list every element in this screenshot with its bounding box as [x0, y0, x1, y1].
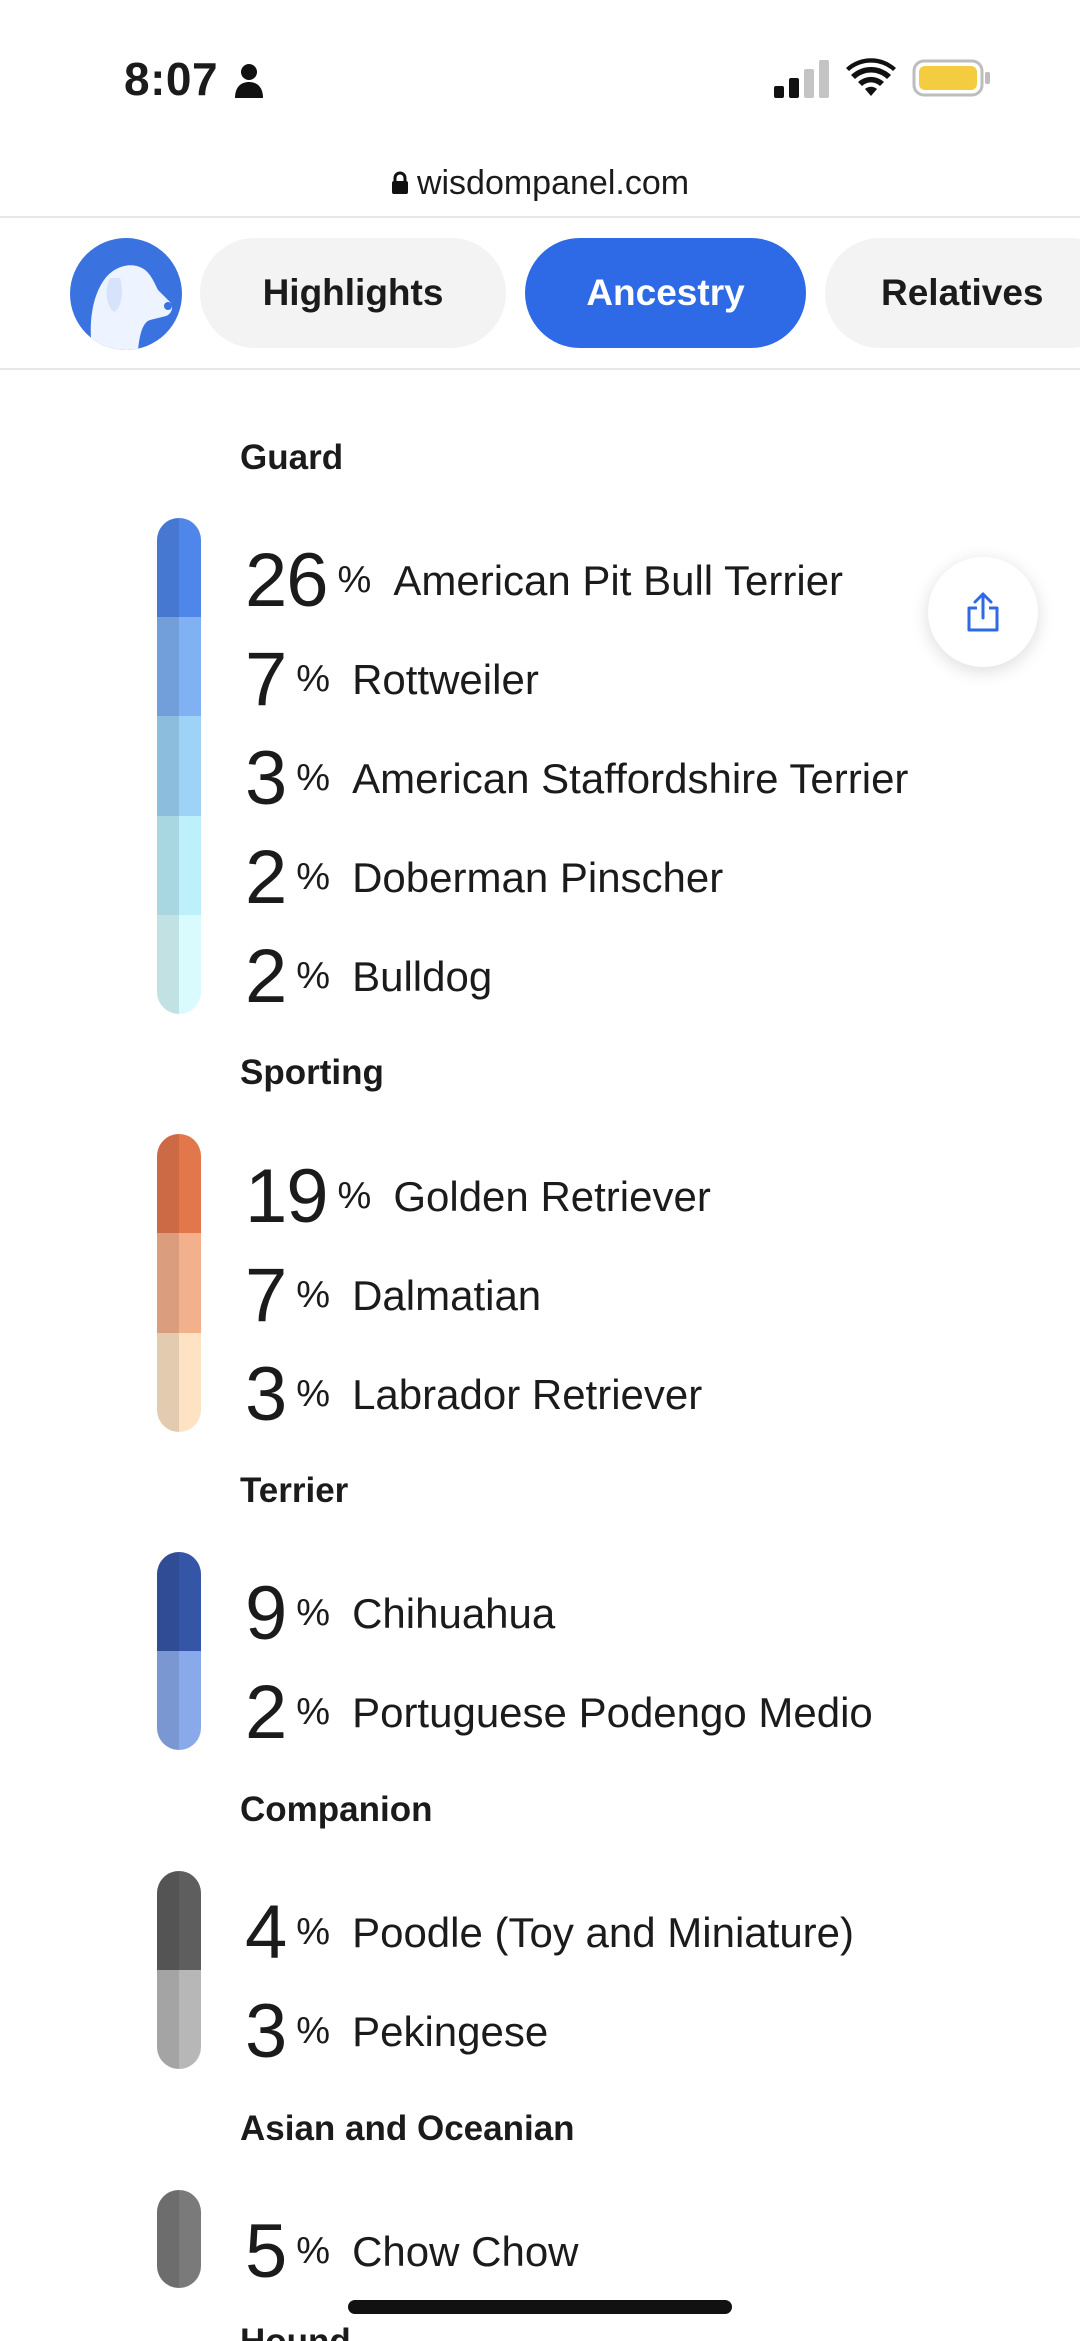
breed-name: Chow Chow: [352, 2227, 579, 2275]
bar-segment: [157, 1871, 201, 1970]
lock-icon: [391, 171, 408, 194]
breed-percent: 9: [245, 1570, 287, 1656]
bar-segment: [157, 1552, 201, 1651]
group-title-asian-oceanian: Asian and Oceanian: [240, 2109, 575, 2148]
breed-row[interactable]: 7 % Dalmatian: [245, 1246, 541, 1345]
percent-sign: %: [296, 1373, 331, 1415]
breed-row[interactable]: 3 % American Staffordshire Terrier: [245, 729, 908, 828]
dog-profile-icon: [90, 265, 173, 350]
breed-name: American Pit Bull Terrier: [393, 556, 844, 604]
breed-percent: 4: [245, 1889, 287, 1975]
breed-row[interactable]: 2 % Portuguese Podengo Medio: [245, 1663, 873, 1762]
breed-percent: 2: [245, 1669, 287, 1755]
cellular-signal-icon: [774, 60, 829, 98]
bar-segment: [157, 1233, 201, 1333]
wifi-icon: [846, 58, 896, 96]
nav-divider: [0, 368, 1080, 370]
breed-percent: 7: [245, 636, 287, 722]
terrier-composition-bar: [157, 1552, 201, 1750]
breed-percent: 26: [245, 537, 329, 623]
breed-percent: 19: [245, 1153, 329, 1239]
percent-sign: %: [337, 559, 372, 601]
breed-row[interactable]: 2 % Doberman Pinscher: [245, 828, 723, 927]
breed-percent: 3: [245, 1988, 287, 2074]
sporting-composition-bar: [157, 1134, 201, 1432]
breed-name: Rottweiler: [352, 655, 539, 703]
bar-segment: [157, 1970, 201, 2069]
group-title-companion: Companion: [240, 1790, 433, 1829]
group-title-guard: Guard: [240, 438, 344, 477]
tab-highlights[interactable]: Highlights: [200, 238, 506, 348]
breed-name: Bulldog: [352, 952, 493, 1000]
percent-sign: %: [337, 1175, 372, 1217]
url-bar[interactable]: wisdompanel.com: [0, 150, 1080, 216]
url-text: wisdompanel.com: [416, 163, 690, 202]
bar-segment: [157, 1651, 201, 1750]
percent-sign: %: [296, 2010, 331, 2052]
share-button[interactable]: [928, 557, 1038, 667]
breed-row[interactable]: 3 % Pekingese: [245, 1982, 548, 2081]
status-bar: 8:07: [0, 0, 1080, 150]
bar-segment: [157, 1332, 201, 1432]
breed-percent: 7: [245, 1252, 287, 1338]
breed-percent: 5: [245, 2208, 287, 2294]
group-title-hound: Hound: [240, 2322, 351, 2341]
tab-relatives[interactable]: Relatives: [825, 238, 1080, 348]
group-title-sporting: Sporting: [240, 1053, 384, 1092]
breed-row[interactable]: 4 % Poodle (Toy and Miniature): [245, 1883, 854, 1982]
percent-sign: %: [296, 757, 331, 799]
person-icon: [235, 64, 263, 98]
tab-ancestry[interactable]: Ancestry: [525, 238, 806, 348]
group-title-terrier: Terrier: [240, 1471, 349, 1510]
asian-oceanian-composition-bar: [157, 2190, 201, 2288]
breed-name: Chihuahua: [352, 1589, 556, 1637]
home-indicator: [348, 2300, 732, 2314]
bar-segment: [157, 1134, 201, 1234]
breed-percent: 3: [245, 1351, 287, 1437]
bar-segment: [157, 617, 201, 717]
percent-sign: %: [296, 2230, 331, 2272]
guard-composition-bar: [157, 518, 201, 1014]
breed-row[interactable]: 3 % Labrador Retriever: [245, 1345, 702, 1444]
breed-name: Poodle (Toy and Miniature): [352, 1908, 855, 1956]
breed-row[interactable]: 26 % American Pit Bull Terrier: [245, 531, 843, 630]
percent-sign: %: [296, 1274, 331, 1316]
percent-sign: %: [296, 1691, 331, 1733]
section-nav: Highlights Ancestry Relatives: [0, 218, 1080, 368]
breed-name: Doberman Pinscher: [352, 853, 724, 901]
breed-name: Dalmatian: [352, 1271, 542, 1319]
breed-name: Labrador Retriever: [352, 1370, 703, 1418]
breed-name: Pekingese: [352, 2007, 549, 2055]
bar-segment: [157, 815, 201, 916]
breed-row[interactable]: 2 % Bulldog: [245, 927, 492, 1026]
breed-row[interactable]: 9 % Chihuahua: [245, 1564, 555, 1663]
breed-percent: 2: [245, 933, 287, 1019]
breed-row[interactable]: 5 % Chow Chow: [245, 2202, 579, 2301]
share-icon: [967, 592, 999, 632]
breed-name: Portuguese Podengo Medio: [352, 1688, 873, 1736]
dog-avatar[interactable]: [70, 238, 182, 350]
breed-percent: 2: [245, 834, 287, 920]
battery-icon: [912, 59, 990, 97]
companion-composition-bar: [157, 1871, 201, 2069]
percent-sign: %: [296, 955, 331, 997]
percent-sign: %: [296, 1911, 331, 1953]
percent-sign: %: [296, 658, 331, 700]
breed-percent: 3: [245, 735, 287, 821]
bar-segment: [157, 914, 201, 1014]
bar-segment: [157, 2190, 201, 2288]
bar-segment: [157, 518, 201, 618]
bar-segment: [157, 716, 201, 816]
percent-sign: %: [296, 856, 331, 898]
status-time: 8:07: [124, 53, 219, 105]
breed-row[interactable]: 7 % Rottweiler: [245, 630, 539, 729]
breed-row[interactable]: 19 % Golden Retriever: [245, 1147, 711, 1246]
percent-sign: %: [296, 1592, 331, 1634]
breed-name: Golden Retriever: [393, 1172, 711, 1220]
breed-name: American Staffordshire Terrier: [352, 754, 909, 802]
